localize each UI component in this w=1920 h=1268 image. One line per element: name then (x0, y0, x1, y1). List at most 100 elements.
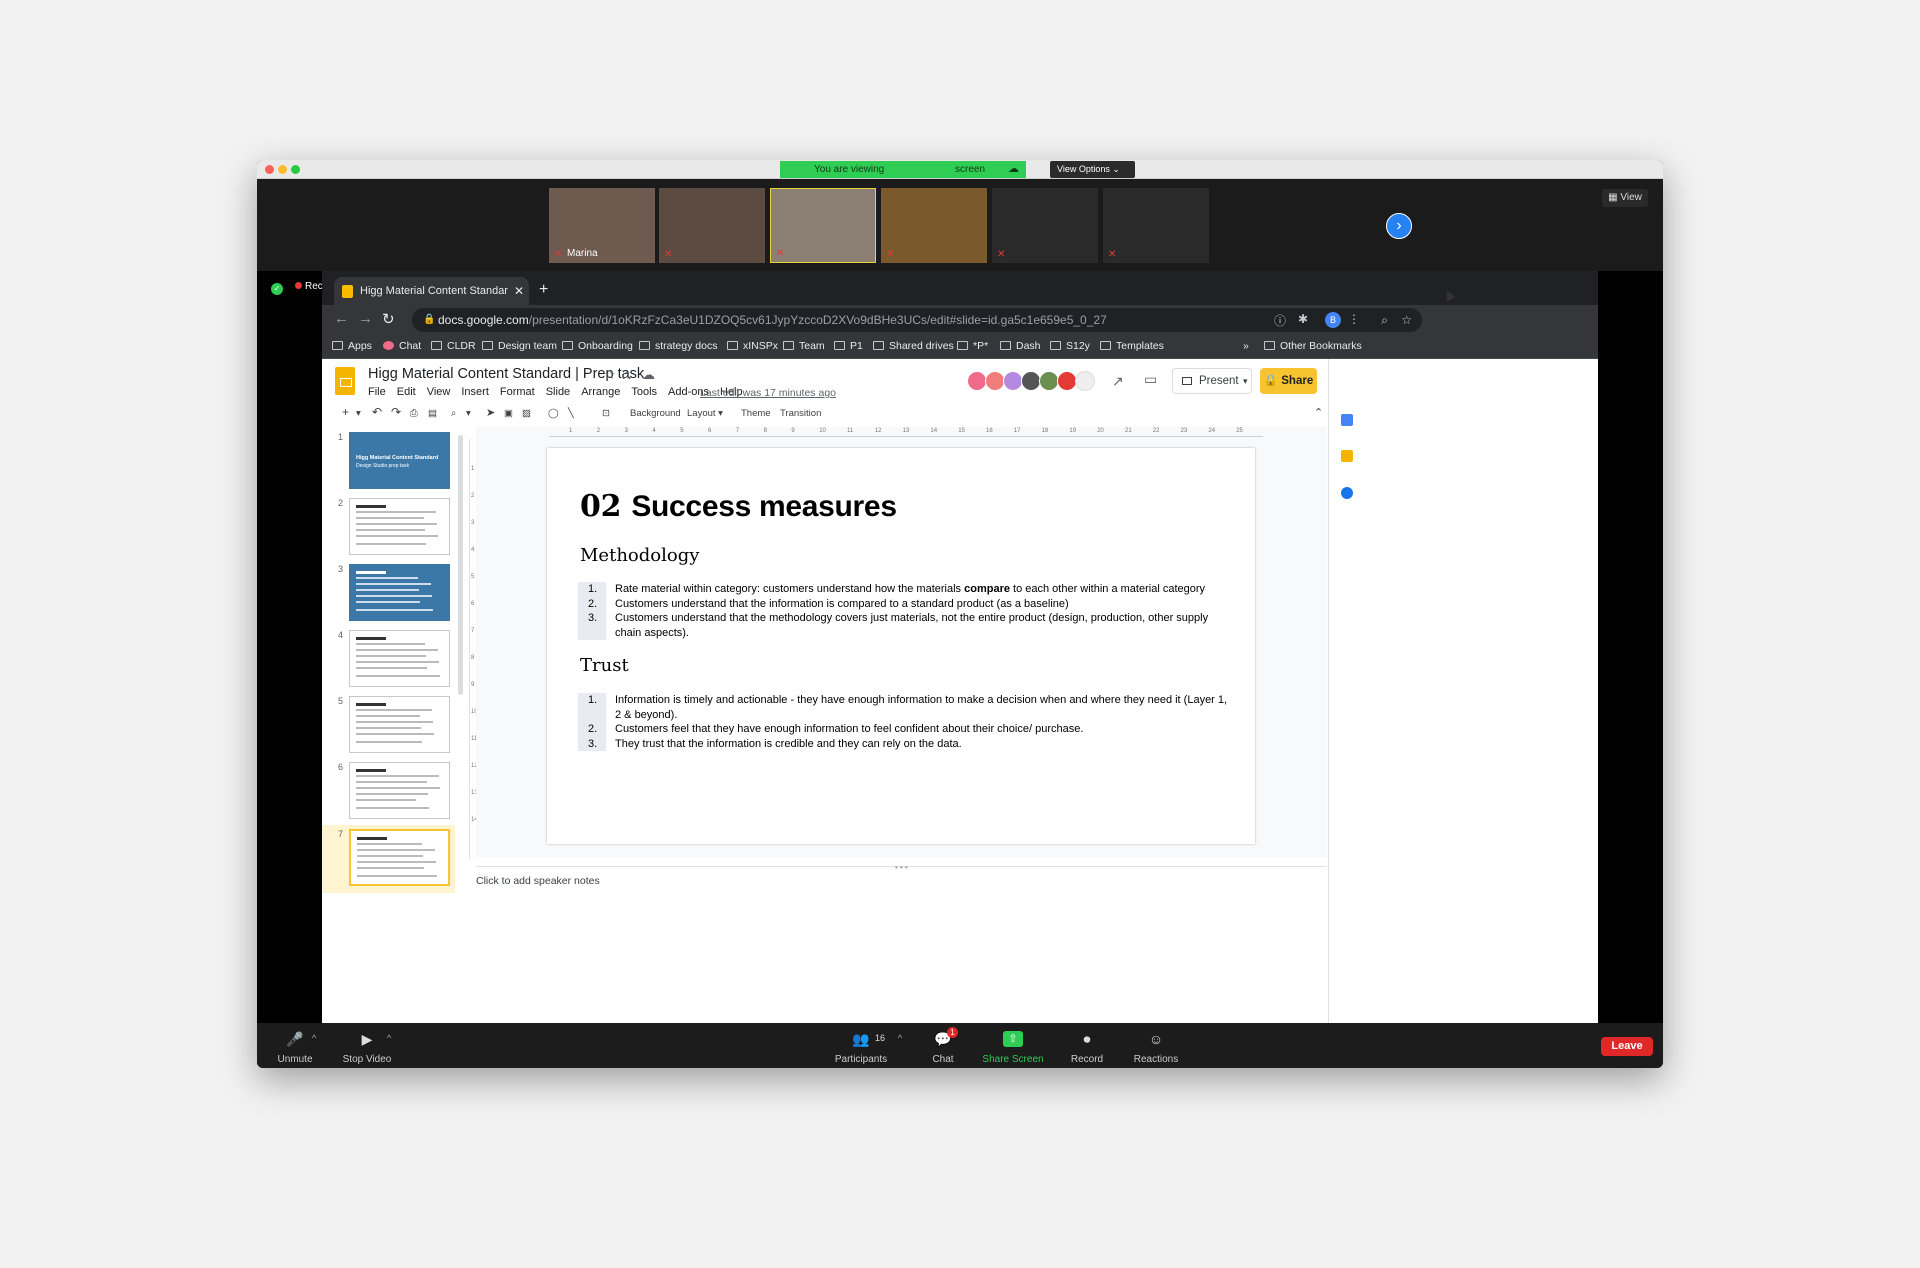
collaborator-avatar[interactable] (967, 371, 987, 391)
present-dropdown-icon[interactable]: ▾ (1243, 369, 1248, 393)
participant-tile[interactable]: ✕ (659, 188, 765, 263)
stop-video-button[interactable]: ▶ Stop Video (343, 1023, 392, 1068)
star-icon[interactable]: ☆ (604, 367, 616, 383)
collaborator-avatar[interactable] (1021, 371, 1041, 391)
zoom-search-icon[interactable]: ⌕ (1381, 308, 1388, 332)
redo-icon[interactable]: ↷ (391, 405, 401, 419)
list-item[interactable]: 1. Information is timely and actionable -… (578, 693, 1228, 722)
paint-format-icon[interactable]: ▤ (428, 408, 437, 419)
bookmark-item[interactable]: Templates (1100, 340, 1164, 352)
methodology-list[interactable]: 1. Rate material within category: custome… (578, 582, 1228, 640)
line-icon[interactable]: ╲ (568, 408, 574, 419)
bookmark-item[interactable]: Onboarding (562, 340, 633, 352)
slide-thumbnail[interactable] (349, 762, 450, 819)
comment-add-icon[interactable]: ⊡ (602, 408, 610, 419)
forward-icon[interactable]: → (358, 310, 373, 327)
other-bookmarks[interactable]: Other Bookmarks (1264, 340, 1362, 352)
bookmark-item[interactable]: Shared drives (873, 340, 954, 352)
list-item[interactable]: 1. Rate material within category: custome… (578, 582, 1228, 597)
browser-tab[interactable]: Higg Material Content Standar ✕ (334, 277, 529, 305)
unmute-options-icon[interactable]: ^ (312, 1033, 316, 1043)
reactions-button[interactable]: ☺ Reactions (1134, 1023, 1178, 1068)
collaborator-avatar[interactable] (1003, 371, 1023, 391)
bookmark-star-icon[interactable]: ☆ (1401, 308, 1412, 332)
profile-avatar[interactable]: B (1325, 312, 1341, 328)
menu-item-format[interactable]: Format (500, 386, 535, 398)
new-slide-dropdown-icon[interactable]: ▾ (356, 408, 361, 419)
participant-tile[interactable]: ✕ Marina (549, 188, 655, 263)
kebab-menu-icon[interactable]: ⋮ (1348, 312, 1360, 326)
bookmark-item[interactable]: Apps (332, 340, 372, 352)
participants-options-icon[interactable]: ^ (898, 1033, 902, 1043)
print-icon[interactable]: ⎙ (410, 408, 418, 419)
slide-thumbnail[interactable] (349, 630, 450, 687)
collaborator-avatar[interactable] (1057, 371, 1077, 391)
bookmark-item[interactable]: xINSPx (727, 340, 778, 352)
select-cursor-icon[interactable]: ➤ (486, 406, 495, 419)
list-item[interactable]: 3. They trust that the information is cre… (578, 737, 1228, 752)
calendar-icon[interactable] (1341, 414, 1353, 426)
participants-button[interactable]: 👥 Participants (835, 1023, 887, 1068)
collaborator-avatar[interactable] (1039, 371, 1059, 391)
section-heading-methodology[interactable]: Methodology (580, 545, 699, 566)
document-title[interactable]: Higg Material Content Standard | Prep ta… (368, 366, 644, 382)
bookmark-item[interactable]: S12y (1050, 340, 1090, 352)
unmute-button[interactable]: 🎤 Unmute (277, 1023, 312, 1068)
text-box-icon[interactable]: ▣ (504, 408, 513, 419)
record-button[interactable]: ⏺ Record (1071, 1023, 1103, 1068)
bookmark-item[interactable]: strategy docs (639, 340, 717, 352)
more-bookmarks-button[interactable]: » (1243, 340, 1249, 352)
trust-list[interactable]: 1. Information is timely and actionable -… (578, 693, 1228, 751)
menu-item-file[interactable]: File (368, 386, 386, 398)
back-icon[interactable]: ← (334, 310, 349, 327)
layout-button[interactable]: Layout ▾ (687, 408, 723, 419)
activity-trend-icon[interactable]: ↗ (1112, 373, 1124, 390)
image-icon[interactable]: ▨ (522, 408, 531, 419)
new-tab-button[interactable]: + (539, 281, 548, 299)
notes-resize-handle[interactable]: • • • (895, 863, 908, 872)
section-heading-trust[interactable]: Trust (580, 655, 629, 676)
participant-tile[interactable]: ✕ (770, 188, 876, 263)
last-edit-link[interactable]: Last edit was 17 minutes ago (700, 387, 836, 399)
reload-icon[interactable]: ↻ (382, 310, 395, 328)
move-folder-icon[interactable]: ⛬ (622, 367, 631, 383)
slide-thumbnail[interactable]: Higg Material Content Standard Design Stu… (349, 432, 450, 489)
bookmark-item[interactable]: Chat (383, 340, 421, 352)
more-collaborators-icon[interactable] (1075, 371, 1095, 391)
current-slide[interactable]: 02 Success measures Methodology 1. Rate m… (547, 448, 1255, 844)
slide-title[interactable]: 02 Success measures (580, 489, 897, 524)
zoom-dropdown-icon[interactable]: ▾ (466, 408, 471, 419)
menu-item-edit[interactable]: Edit (397, 386, 416, 398)
tasks-icon[interactable] (1341, 487, 1353, 499)
collapse-toolbar-icon[interactable]: ⌃ (1314, 406, 1323, 419)
slide-thumbnail[interactable] (349, 498, 450, 555)
menu-item-slide[interactable]: Slide (546, 386, 570, 398)
close-tab-icon[interactable]: ✕ (514, 277, 524, 305)
filmstrip-scrollbar[interactable] (458, 435, 463, 695)
list-item[interactable]: 2. Customers feel that they have enough i… (578, 722, 1228, 737)
menu-item-insert[interactable]: Insert (461, 386, 489, 398)
bookmark-item[interactable]: CLDR (431, 340, 476, 352)
bookmark-item[interactable]: Dash (1000, 340, 1041, 352)
participant-tile[interactable]: ✕ (1103, 188, 1209, 263)
speaker-notes[interactable]: • • • Click to add speaker notes (476, 863, 1327, 1023)
transition-button[interactable]: Transition (780, 408, 821, 419)
bookmark-item[interactable]: *P* (957, 340, 988, 352)
share-screen-button[interactable]: ⇧ Share Screen (982, 1023, 1044, 1068)
video-options-icon[interactable]: ^ (387, 1033, 391, 1043)
close-window-button[interactable] (265, 165, 274, 174)
shape-icon[interactable]: ◯ (548, 408, 559, 419)
chat-button[interactable]: 💬 Chat (932, 1023, 953, 1068)
list-item[interactable]: 2. Customers understand that the informat… (578, 597, 1228, 612)
bookmark-item[interactable]: P1 (834, 340, 863, 352)
bookmark-item[interactable]: Design team (482, 340, 557, 352)
collaborator-avatar[interactable] (985, 371, 1005, 391)
menu-item-tools[interactable]: Tools (631, 386, 657, 398)
theme-button[interactable]: Theme (741, 408, 771, 419)
slide-thumbnail[interactable] (349, 696, 450, 753)
share-button[interactable]: 🔒 Share (1260, 368, 1317, 394)
info-icon[interactable]: ⓘ (1274, 312, 1286, 329)
undo-icon[interactable]: ↶ (372, 405, 382, 419)
next-page-button[interactable]: › (1386, 213, 1412, 239)
participant-tile[interactable]: ✕ (881, 188, 987, 263)
